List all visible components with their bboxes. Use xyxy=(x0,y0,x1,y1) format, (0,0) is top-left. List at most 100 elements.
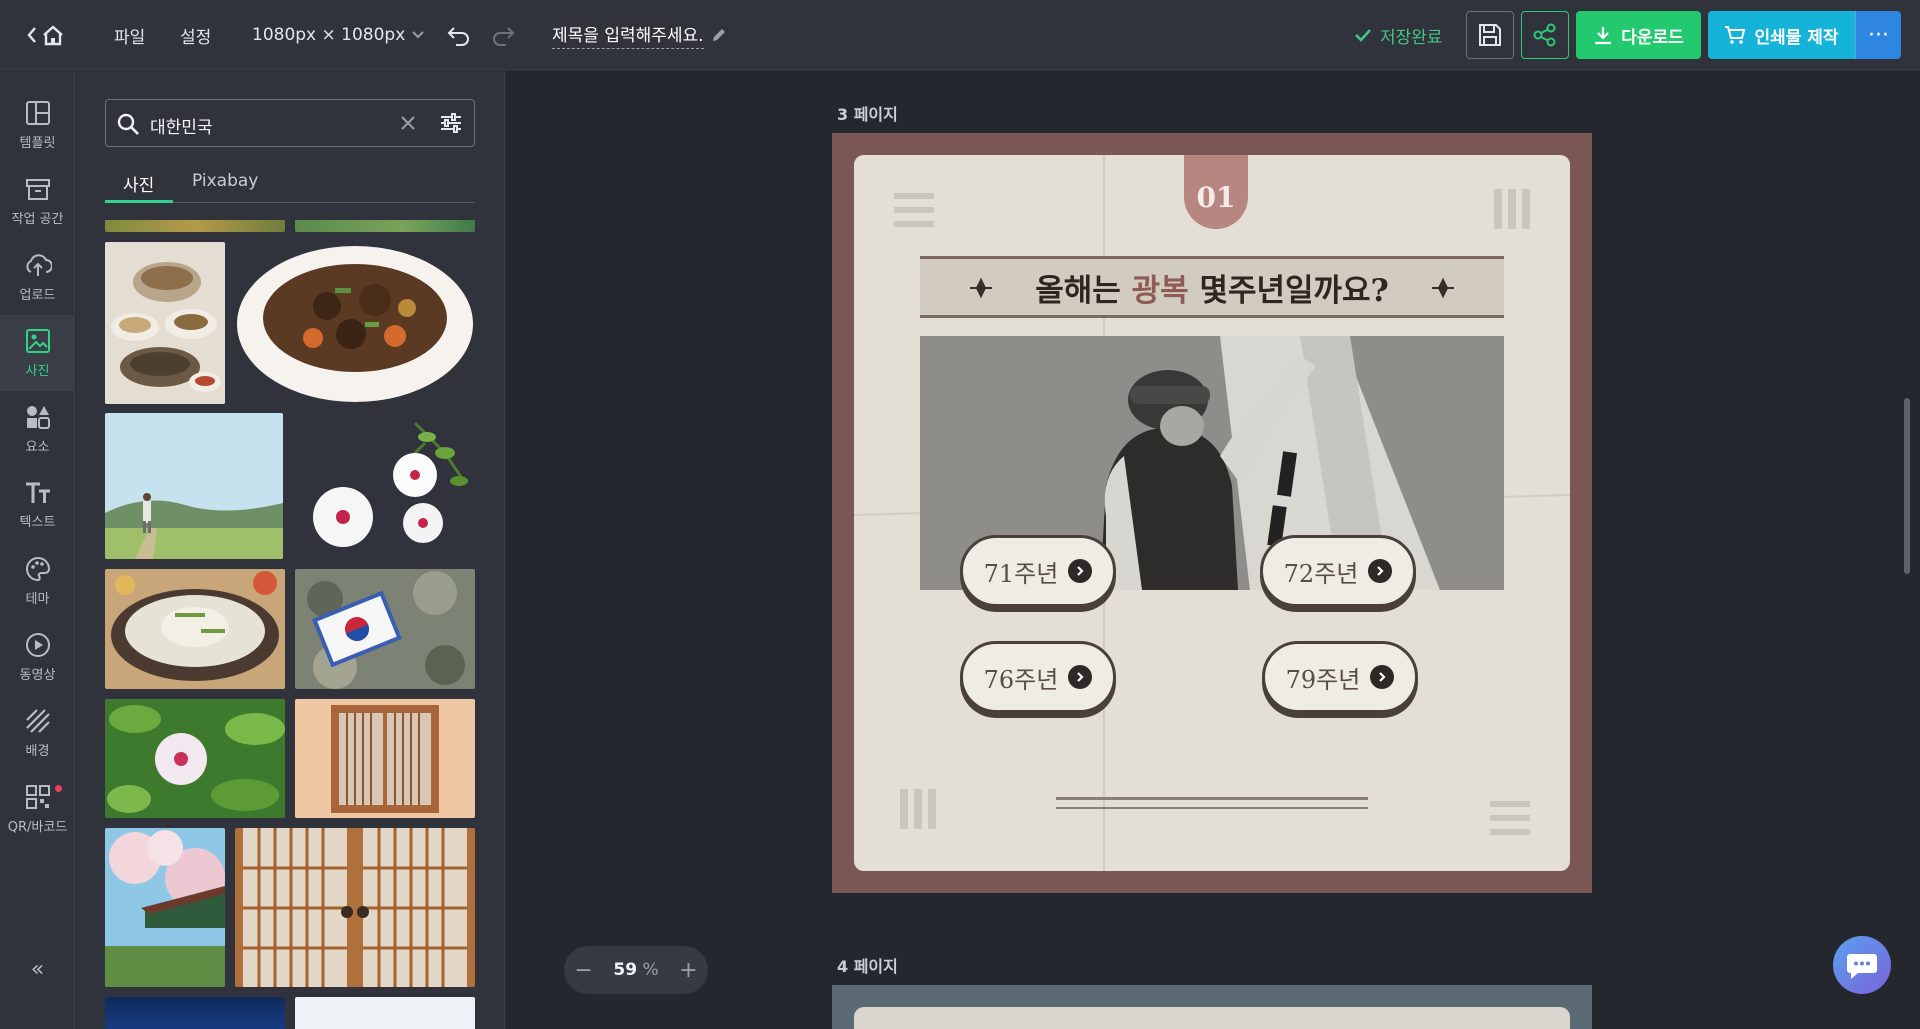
quiz-card[interactable]: 01 올해는 광복 몇주년일까요? 71주년 72주년 76주년 79주년 xyxy=(854,155,1570,871)
question-text-after: 몇주년일까요? xyxy=(1188,272,1389,309)
tab-photo[interactable]: 사진 xyxy=(123,171,154,196)
photo-thumbnail[interactable] xyxy=(295,997,475,1029)
answer-label: 79주년 xyxy=(1285,665,1361,694)
sidebar-item-text[interactable]: 텍스트 xyxy=(0,467,75,543)
tab-pixabay[interactable]: Pixabay xyxy=(192,171,258,191)
answer-option-2[interactable]: 72주년 xyxy=(1260,535,1416,607)
sidebar-item-template[interactable]: 템플릿 xyxy=(0,87,75,163)
photo-thumbnail[interactable] xyxy=(295,413,475,559)
pencil-icon[interactable] xyxy=(710,26,728,44)
photo-thumbnail[interactable] xyxy=(235,242,475,404)
answer-label: 76주년 xyxy=(983,665,1059,694)
menu-settings[interactable]: 설정 xyxy=(180,0,211,70)
question-number-badge: 01 xyxy=(1184,155,1248,229)
more-options-button[interactable]: ··· xyxy=(1855,11,1901,59)
photo-thumbnail[interactable] xyxy=(105,569,285,689)
canvas-size-dropdown[interactable]: 1080px × 1080px xyxy=(252,0,425,70)
undo-button[interactable] xyxy=(446,0,472,70)
zoom-value[interactable]: 59 xyxy=(613,960,637,980)
ornament-left-icon xyxy=(970,278,992,298)
redo-icon xyxy=(493,27,515,46)
answer-option-4[interactable]: 79주년 xyxy=(1262,641,1418,713)
search-box[interactable]: 대한민국 xyxy=(105,99,475,147)
sidebar-item-label: QR/바코드 xyxy=(7,819,68,835)
arrow-right-icon xyxy=(1068,559,1093,583)
redo-button[interactable] xyxy=(490,0,516,70)
hanok-door-image xyxy=(295,699,475,818)
page-label-3: 3 페이지 xyxy=(837,105,898,124)
clear-icon[interactable] xyxy=(400,115,416,131)
top-toolbar: 파일 설정 1080px × 1080px 제목을 입력해주세요. 저장완료 다… xyxy=(0,0,1920,70)
sidebar-item-elements[interactable]: 요소 xyxy=(0,391,75,467)
arrow-right-icon xyxy=(1068,665,1093,689)
sidebar-rail: 템플릿 작업 공간 업로드 사진 요소 텍스트 테마 동영상 배경 QR/바코드… xyxy=(0,71,75,1029)
photo-thumbnail[interactable] xyxy=(105,220,285,232)
undo-icon xyxy=(447,27,469,46)
chat-support-button[interactable] xyxy=(1833,936,1891,994)
photo-thumbnail[interactable] xyxy=(105,699,285,818)
back-home-button[interactable] xyxy=(26,0,66,70)
sidebar-item-label: 템플릿 xyxy=(19,135,56,151)
document-title-text[interactable]: 제목을 입력해주세요. xyxy=(552,21,704,49)
menu-file[interactable]: 파일 xyxy=(114,0,145,70)
question-text-before: 올해는 xyxy=(1035,272,1132,309)
text-icon xyxy=(25,482,50,503)
hibiscus-leaves-image xyxy=(105,699,285,818)
design-page-4[interactable] xyxy=(832,985,1592,1029)
share-button[interactable] xyxy=(1521,11,1569,59)
photo-thumbnail[interactable] xyxy=(235,828,475,987)
sidebar-item-label: 작업 공간 xyxy=(11,211,64,227)
ornament-right-icon xyxy=(1432,278,1454,298)
filter-sliders-icon[interactable] xyxy=(440,113,462,133)
palace-blossom-image xyxy=(105,828,225,987)
download-button[interactable]: 다운로드 xyxy=(1576,11,1701,59)
elements-icon xyxy=(26,405,50,429)
photo-grid xyxy=(105,220,475,1029)
cart-icon xyxy=(1725,26,1746,44)
canvas-size-label: 1080px × 1080px xyxy=(252,25,406,45)
sidebar-item-theme[interactable]: 테마 xyxy=(0,543,75,619)
zoom-in-button[interactable]: + xyxy=(679,958,697,983)
chevron-down-icon xyxy=(412,31,425,39)
print-order-button[interactable]: 인쇄물 제작 xyxy=(1708,11,1855,59)
zoom-unit: % xyxy=(642,960,659,980)
photo-thumbnail[interactable] xyxy=(295,569,475,689)
palette-icon xyxy=(25,556,50,581)
sidebar-item-workspace[interactable]: 작업 공간 xyxy=(0,163,75,239)
sidebar-item-photo[interactable]: 사진 xyxy=(0,315,75,391)
notification-dot xyxy=(55,785,62,792)
answer-option-3[interactable]: 76주년 xyxy=(960,641,1116,713)
upload-icon xyxy=(25,253,52,276)
photo-thumbnail[interactable] xyxy=(105,413,283,559)
sidebar-item-upload[interactable]: 업로드 xyxy=(0,239,75,315)
question-text-accent: 광복 xyxy=(1131,272,1189,309)
sidebar-item-qr-barcode[interactable]: QR/바코드 xyxy=(0,771,75,847)
samgyetang-image xyxy=(105,569,285,689)
photo-thumbnail[interactable] xyxy=(295,699,475,818)
workspace-icon xyxy=(25,178,50,200)
sidebar-item-label: 텍스트 xyxy=(19,514,56,530)
zoom-out-button[interactable]: − xyxy=(574,958,592,983)
sidebar-item-label: 사진 xyxy=(25,363,50,379)
food-platter-image xyxy=(105,242,225,404)
page-4-card-top xyxy=(854,1007,1570,1029)
template-icon xyxy=(25,100,50,125)
search-icon xyxy=(117,113,139,135)
save-button[interactable] xyxy=(1466,11,1514,59)
design-page-3[interactable]: 01 올해는 광복 몇주년일까요? 71주년 72주년 76주년 79주년 xyxy=(832,133,1592,893)
arrow-right-icon xyxy=(1370,665,1395,689)
photo-thumbnail[interactable] xyxy=(105,828,225,987)
collapse-panel-button[interactable]: « xyxy=(0,944,75,994)
search-input[interactable]: 대한민국 xyxy=(150,113,213,138)
canvas-scrollbar[interactable] xyxy=(1904,398,1910,574)
page-label-4: 4 페이지 xyxy=(837,957,898,976)
answer-option-1[interactable]: 71주년 xyxy=(960,535,1116,607)
photo-thumbnail[interactable] xyxy=(105,242,225,404)
photo-thumbnail[interactable] xyxy=(105,997,285,1029)
sidebar-item-video[interactable]: 동영상 xyxy=(0,619,75,695)
chat-bubble-icon xyxy=(1847,954,1877,979)
home-icon xyxy=(27,25,63,46)
photo-thumbnail[interactable] xyxy=(295,220,475,232)
sidebar-item-background[interactable]: 배경 xyxy=(0,695,75,771)
document-title[interactable]: 제목을 입력해주세요. xyxy=(552,0,728,70)
